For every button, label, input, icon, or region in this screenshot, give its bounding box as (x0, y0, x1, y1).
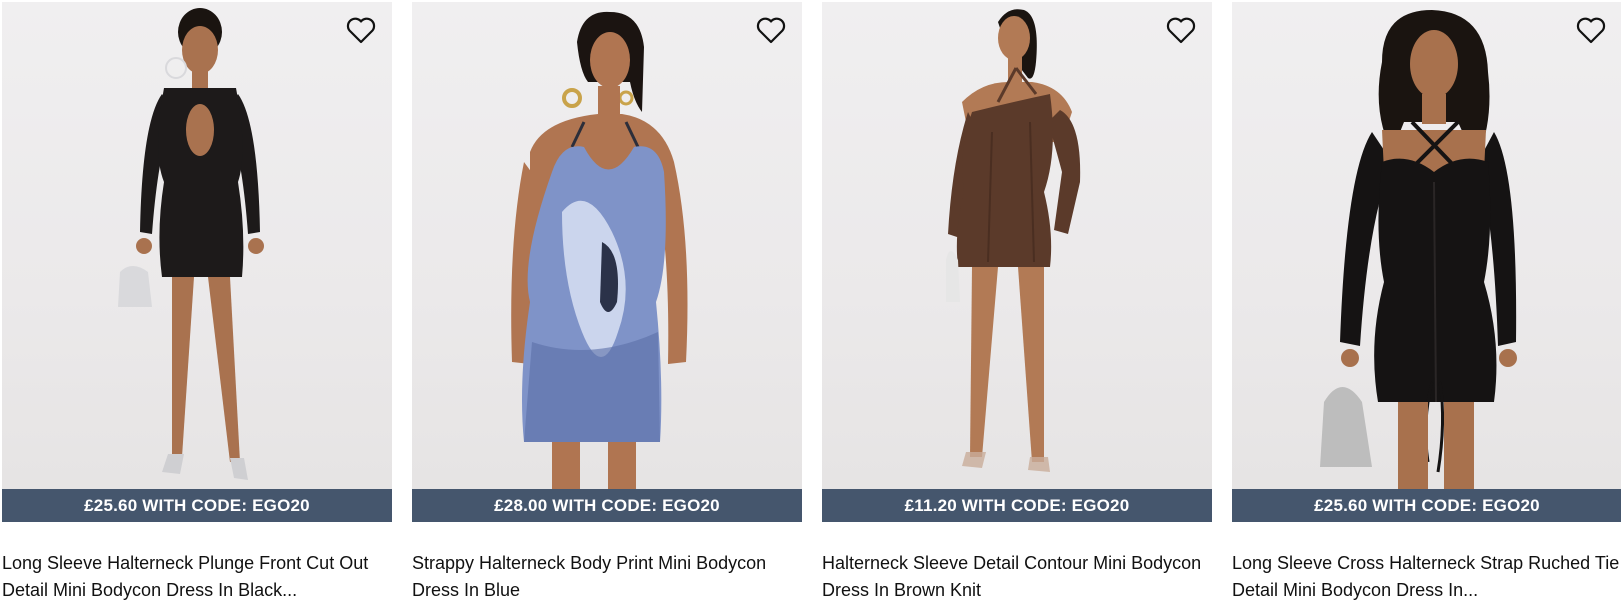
product-image[interactable] (2, 2, 392, 489)
product-card[interactable]: £25.60 WITH CODE: EGO20 Long Sleeve Halt… (2, 2, 392, 600)
product-image[interactable] (1232, 2, 1621, 489)
promo-code-banner: £25.60 WITH CODE: EGO20 (1232, 489, 1621, 522)
product-card[interactable]: £11.20 WITH CODE: EGO20 Halterneck Sleev… (822, 2, 1212, 600)
product-image[interactable] (412, 2, 802, 489)
product-title-link[interactable]: Strappy Halterneck Body Print Mini Bodyc… (412, 550, 802, 604)
product-grid: £25.60 WITH CODE: EGO20 Long Sleeve Halt… (0, 0, 1621, 606)
product-card[interactable]: £25.60 WITH CODE: EGO20 Long Sleeve Cros… (1232, 2, 1621, 600)
model-photo (118, 8, 264, 480)
promo-code-banner: £28.00 WITH CODE: EGO20 (412, 489, 802, 522)
model-photo (1320, 10, 1517, 489)
model-photo (946, 9, 1081, 472)
product-title-link[interactable]: Long Sleeve Cross Halterneck Strap Ruche… (1232, 550, 1621, 604)
product-card[interactable]: £28.00 WITH CODE: EGO20 Strappy Halterne… (412, 2, 802, 600)
wishlist-heart-icon[interactable] (346, 16, 376, 44)
wishlist-heart-icon[interactable] (1576, 16, 1606, 44)
wishlist-heart-icon[interactable] (1166, 16, 1196, 44)
promo-code-banner: £25.60 WITH CODE: EGO20 (2, 489, 392, 522)
model-photo (511, 11, 688, 489)
wishlist-heart-icon[interactable] (756, 16, 786, 44)
product-title-link[interactable]: Long Sleeve Halterneck Plunge Front Cut … (2, 550, 392, 604)
promo-code-banner: £11.20 WITH CODE: EGO20 (822, 489, 1212, 522)
product-image[interactable] (822, 2, 1212, 489)
product-title-link[interactable]: Halterneck Sleeve Detail Contour Mini Bo… (822, 550, 1212, 604)
